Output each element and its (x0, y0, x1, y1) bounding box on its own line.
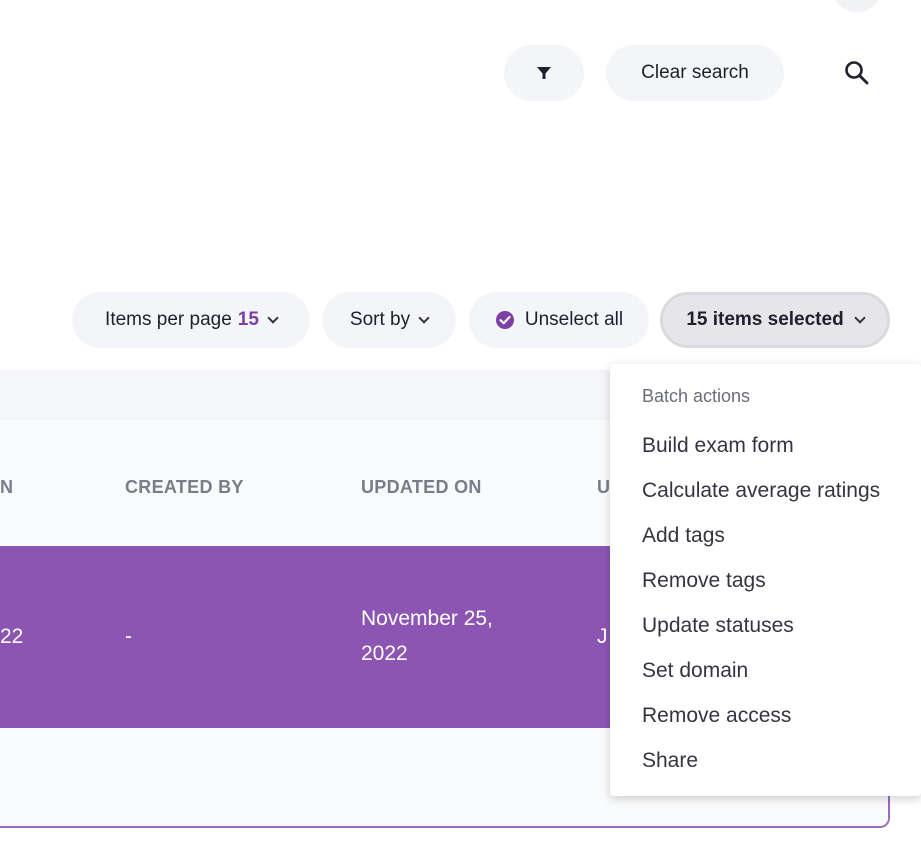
unselect-all-button[interactable]: Unselect all (469, 292, 649, 348)
menu-item-add-tags[interactable]: Add tags (642, 524, 725, 548)
menu-item-share[interactable]: Share (642, 749, 698, 773)
unselect-all-label: Unselect all (524, 309, 624, 330)
items-per-page-dropdown[interactable]: Items per page 15 (72, 292, 310, 348)
updated-by-cell: J (597, 625, 608, 648)
items-per-page-label: Items per page (105, 309, 232, 330)
filter-button[interactable] (504, 45, 584, 101)
updated-on-line: 2022 (361, 642, 408, 665)
items-selected-dropdown[interactable]: 15 items selected (660, 292, 890, 348)
items-selected-label: 15 items selected (686, 309, 844, 330)
chevron-down-icon (418, 311, 430, 324)
search-icon (845, 61, 869, 85)
updated-on-line: November 25, (361, 607, 493, 630)
column-header[interactable]: UPDATED ON (361, 477, 482, 498)
batch-actions-menu: Batch actions Build exam form Calculate … (610, 364, 921, 796)
menu-item-calculate-average-ratings[interactable]: Calculate average ratings (642, 479, 880, 503)
check-circle-icon (495, 311, 514, 329)
menu-item-build-exam-form[interactable]: Build exam form (642, 434, 794, 458)
menu-item-remove-tags[interactable]: Remove tags (642, 569, 766, 593)
sort-by-label: Sort by (349, 309, 411, 330)
menu-item-update-statuses[interactable]: Update statuses (642, 614, 794, 638)
avatar[interactable] (832, 0, 882, 12)
column-header[interactable]: CREATED BY (125, 477, 244, 498)
created-on-cell: 22 (0, 625, 24, 648)
menu-item-set-domain[interactable]: Set domain (642, 659, 748, 683)
items-per-page-value: 15 (237, 309, 259, 330)
column-header[interactable]: U (597, 477, 610, 498)
updated-on-cell: November 25, 2022 (361, 601, 493, 671)
page: Clear search Items per page 15 Sort by U… (0, 0, 921, 848)
chevron-down-icon (267, 311, 279, 324)
search-button[interactable] (832, 48, 882, 98)
created-by-cell: - (125, 625, 132, 648)
clear-search-button[interactable]: Clear search (606, 45, 784, 101)
sort-by-dropdown[interactable]: Sort by (322, 292, 456, 348)
menu-item-remove-access[interactable]: Remove access (642, 704, 791, 728)
filter-icon (537, 67, 551, 79)
chevron-down-icon (854, 311, 866, 324)
clear-search-label: Clear search (641, 62, 749, 83)
batch-actions-header: Batch actions (642, 386, 751, 406)
column-header[interactable]: N (0, 477, 13, 498)
